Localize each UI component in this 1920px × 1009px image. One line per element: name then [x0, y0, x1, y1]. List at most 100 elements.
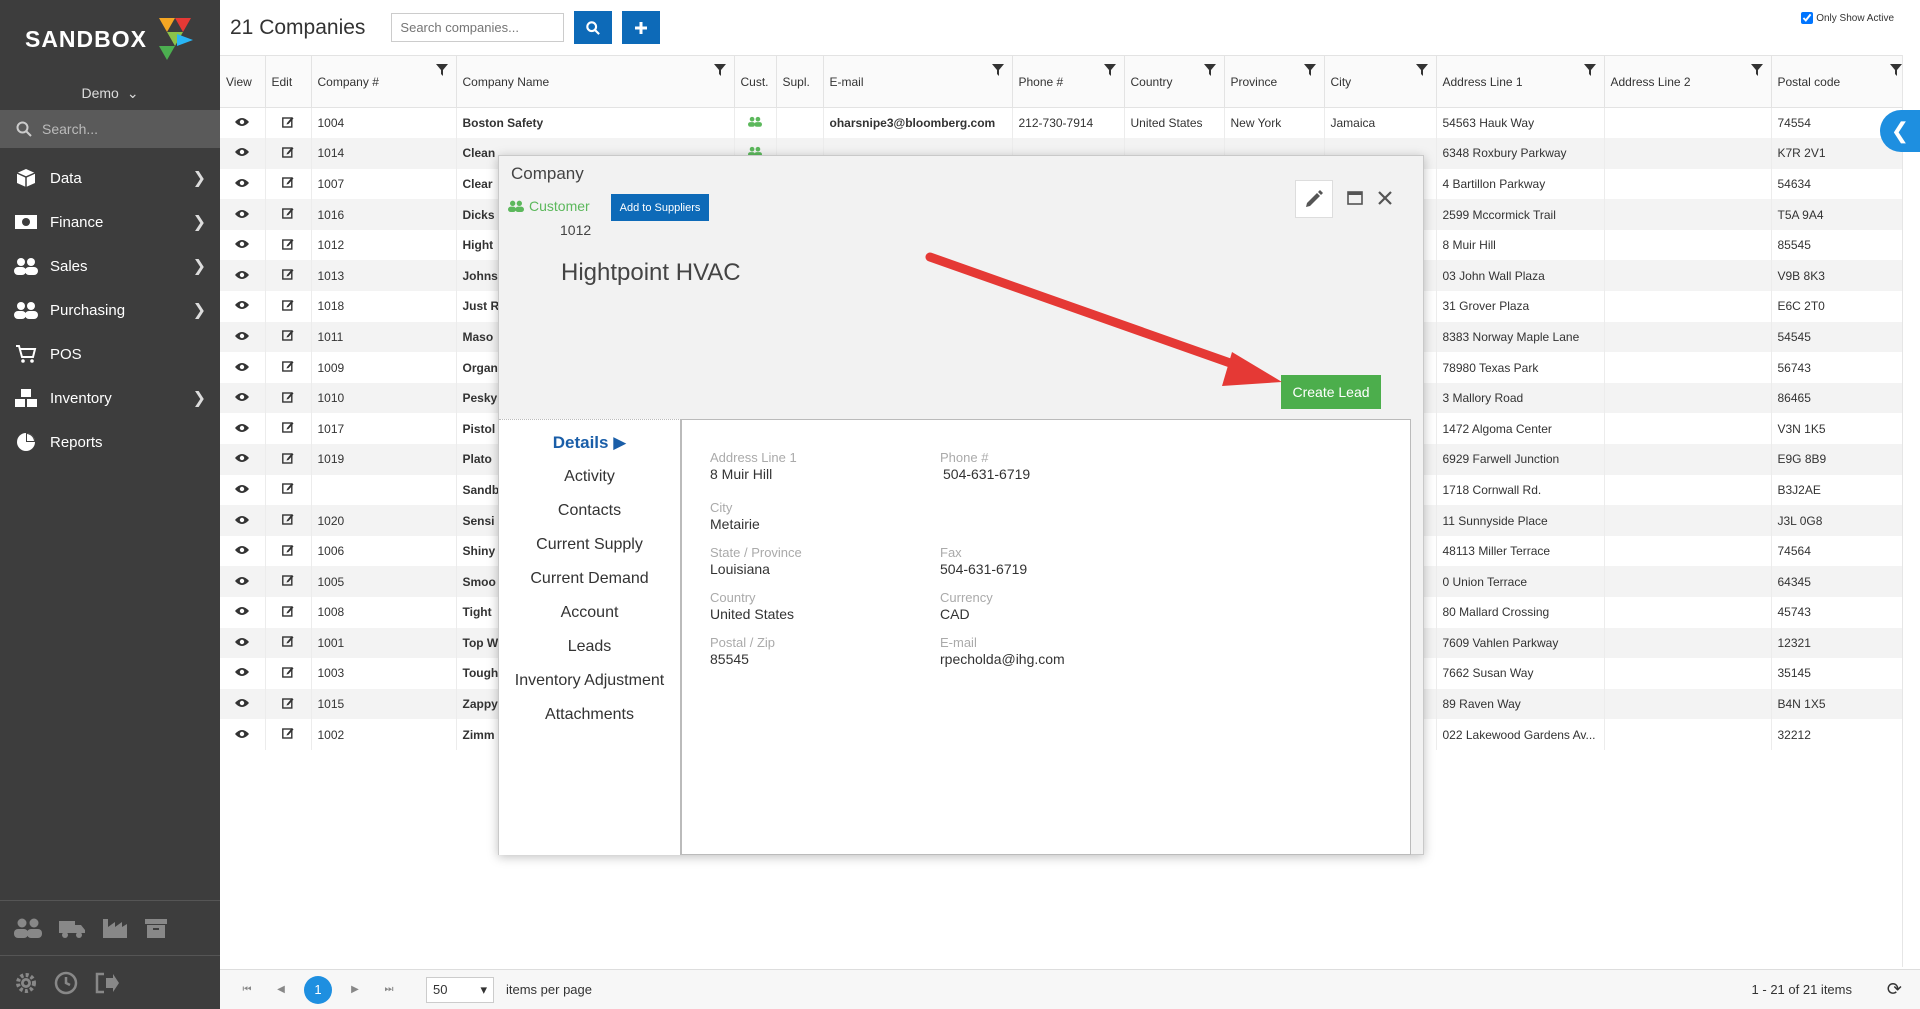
filter-icon[interactable] — [991, 64, 1004, 79]
column-header[interactable]: Company # — [311, 55, 457, 108]
eye-icon[interactable] — [235, 116, 250, 130]
tab-inventory-adjustment[interactable]: Inventory Adjustment — [499, 664, 680, 698]
add-company-button[interactable] — [622, 11, 661, 44]
column-header[interactable]: Province — [1224, 55, 1325, 108]
edit-icon[interactable] — [282, 422, 294, 436]
refresh-icon[interactable]: ⟳ — [1887, 979, 1902, 1000]
nav-item-purchasing[interactable]: Purchasing ❯ — [0, 288, 220, 332]
sign-out-icon[interactable] — [94, 971, 120, 995]
eye-icon[interactable] — [235, 666, 250, 680]
cell-email[interactable]: oharsnipe3@bloomberg.com — [823, 107, 1013, 139]
eye-icon[interactable] — [235, 514, 250, 528]
eye-icon[interactable] — [235, 361, 250, 375]
nav-item-inventory[interactable]: Inventory ❯ — [0, 376, 220, 420]
factory-icon[interactable] — [102, 917, 128, 939]
user-menu[interactable]: Demo ⌄ — [0, 78, 220, 108]
company-search-input[interactable] — [391, 13, 565, 42]
edit-icon[interactable] — [282, 605, 294, 620]
filter-icon[interactable] — [435, 64, 448, 79]
eye-icon[interactable] — [235, 177, 250, 191]
per-page-select[interactable]: 50 ▾ — [426, 976, 494, 1003]
current-page-button[interactable]: 1 — [304, 975, 332, 1004]
nav-item-reports[interactable]: Reports — [0, 420, 220, 464]
eye-icon[interactable] — [235, 269, 250, 283]
edit-icon[interactable] — [282, 452, 294, 467]
nav-item-finance[interactable]: Finance ❯ — [0, 200, 220, 244]
eye-icon[interactable] — [235, 483, 250, 497]
app-logo[interactable]: SANDBOX — [0, 0, 220, 78]
next-page-icon[interactable]: ▶ — [344, 979, 366, 1001]
column-header[interactable]: Country — [1124, 55, 1225, 108]
filter-icon[interactable] — [1303, 64, 1316, 79]
edit-icon[interactable] — [282, 146, 294, 161]
eye-icon[interactable] — [235, 146, 250, 160]
nav-item-data[interactable]: Data ❯ — [0, 156, 220, 200]
edit-icon[interactable] — [282, 208, 294, 222]
gear-icon[interactable] — [14, 971, 38, 995]
column-header[interactable]: Supl. — [776, 55, 824, 108]
last-page-icon[interactable]: ⏭ — [378, 979, 400, 1001]
column-header[interactable]: Cust. — [734, 55, 777, 108]
eye-icon[interactable] — [235, 330, 250, 344]
prev-page-icon[interactable]: ◀ — [270, 979, 292, 1001]
tab-attachments[interactable]: Attachments — [499, 698, 680, 732]
filter-icon[interactable] — [1583, 64, 1596, 79]
edit-icon[interactable] — [282, 269, 294, 283]
tab-account[interactable]: Account — [499, 596, 680, 630]
edit-icon[interactable] — [282, 697, 294, 712]
tab-contacts[interactable]: Contacts — [499, 494, 680, 528]
edit-icon[interactable] — [282, 116, 294, 131]
edit-icon[interactable] — [282, 177, 294, 191]
sidebar-search[interactable]: Search... — [0, 110, 220, 148]
edit-icon[interactable] — [282, 238, 294, 253]
edit-icon[interactable] — [282, 514, 294, 528]
edit-button[interactable] — [1295, 180, 1333, 218]
column-header[interactable]: Address Line 1 — [1436, 55, 1605, 108]
tab-current-demand[interactable]: Current Demand — [499, 562, 680, 596]
tab-details[interactable]: Details ▶ — [499, 426, 680, 460]
search-button[interactable] — [574, 11, 613, 44]
users-icon[interactable] — [14, 917, 42, 939]
edit-icon[interactable] — [282, 483, 294, 497]
filter-icon[interactable] — [713, 64, 726, 79]
maximize-icon[interactable] — [1347, 190, 1363, 208]
filter-icon[interactable] — [1889, 64, 1902, 79]
tab-activity[interactable]: Activity — [499, 460, 680, 494]
cell-name[interactable]: Boston Safety — [456, 107, 735, 139]
only-active-toggle[interactable]: Only Show Active — [1801, 12, 1894, 24]
tab-current-supply[interactable]: Current Supply — [499, 528, 680, 562]
column-header[interactable]: City — [1324, 55, 1437, 108]
eye-icon[interactable] — [235, 636, 250, 650]
table-row[interactable]: 1004 Boston Safety oharsnipe3@bloomberg.co… — [220, 107, 1911, 139]
edit-icon[interactable] — [282, 391, 294, 406]
edit-icon[interactable] — [282, 330, 294, 344]
edit-icon[interactable] — [282, 636, 294, 650]
truck-icon[interactable] — [58, 917, 86, 939]
column-header[interactable]: View — [220, 55, 266, 108]
eye-icon[interactable] — [235, 422, 250, 436]
close-icon[interactable] — [1377, 190, 1393, 209]
filter-icon[interactable] — [1750, 64, 1763, 79]
column-header[interactable]: Address Line 2 — [1604, 55, 1772, 108]
only-active-checkbox[interactable] — [1801, 12, 1814, 24]
eye-icon[interactable] — [235, 575, 250, 589]
eye-icon[interactable] — [235, 728, 250, 742]
column-header[interactable]: Postal code — [1771, 55, 1911, 108]
edit-icon[interactable] — [282, 361, 294, 375]
eye-icon[interactable] — [235, 299, 250, 313]
edit-icon[interactable] — [282, 544, 294, 559]
eye-icon[interactable] — [235, 452, 250, 466]
column-header[interactable]: Company Name — [456, 55, 735, 108]
filter-icon[interactable] — [1415, 64, 1428, 79]
filter-icon[interactable] — [1203, 64, 1216, 79]
side-panel-toggle[interactable]: ❮ — [1880, 110, 1920, 152]
table-scrollbar[interactable] — [1902, 55, 1920, 967]
first-page-icon[interactable]: ⏮ — [236, 979, 258, 1001]
eye-icon[interactable] — [235, 208, 250, 222]
edit-icon[interactable] — [282, 728, 294, 742]
filter-icon[interactable] — [1103, 64, 1116, 79]
edit-icon[interactable] — [282, 666, 294, 681]
archive-icon[interactable] — [144, 917, 168, 939]
nav-item-sales[interactable]: Sales ❯ — [0, 244, 220, 288]
column-header[interactable]: E-mail — [823, 55, 1013, 108]
